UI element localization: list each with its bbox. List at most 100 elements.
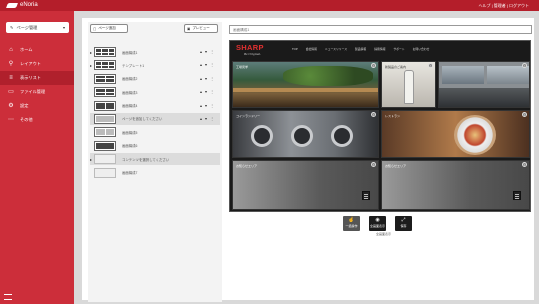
arrow-up-icon[interactable]: ▴ <box>200 76 202 81</box>
more-vertical-icon[interactable]: ⋮ <box>210 116 214 121</box>
arrow-down-icon[interactable]: ▾ <box>205 89 207 94</box>
list-item[interactable]: 画面構成2 ▴ ▾ ⋮ <box>90 73 220 85</box>
sidebar-item-settings[interactable]: ⚙ 設定 <box>0 99 74 113</box>
pin-icon: ⚲ <box>8 61 14 67</box>
arrow-up-icon[interactable]: ▴ <box>200 49 202 54</box>
content-tile[interactable]: コインランドリー ⚙ <box>232 110 379 158</box>
tile-caption: コインランドリー <box>236 114 261 118</box>
more-vertical-icon[interactable]: ⋮ <box>210 49 214 54</box>
content-tile[interactable]: レストラン ⚙ <box>381 110 530 158</box>
list-item-placeholder[interactable]: ページを追加してください ▴ ▾ ⋮ <box>90 112 220 125</box>
list-item[interactable]: 画面構成5 <box>90 126 220 138</box>
action-bar: ☝ 一括操作 ◉ 全画面表示 ⤢ 保存 <box>343 216 412 231</box>
save-button[interactable]: ⤢ 保存 <box>395 216 412 231</box>
add-page-button[interactable]: ▢ ページ追加 <box>90 24 128 33</box>
content-tile[interactable]: お知らせエリア ⚙ <box>232 160 379 210</box>
list-item-label: 画面構成5 <box>122 130 138 135</box>
list-item[interactable]: 画面構成7 <box>90 167 220 179</box>
arrow-down-icon[interactable]: ▾ <box>205 49 207 54</box>
list-item[interactable]: ▸ 画面構成1 ▴ ▾ ⋮ <box>90 46 220 58</box>
sidebar-item-label: レイアウト <box>20 61 41 66</box>
sidebar-item-other[interactable]: ⋯ その他 <box>0 113 74 127</box>
preview-button[interactable]: ▣ プレビュー <box>184 24 218 33</box>
list-item-label: 画面構成7 <box>122 171 138 176</box>
row-controls: ▴ ▾ ⋮ <box>200 76 214 81</box>
arrow-up-icon[interactable]: ▴ <box>200 89 202 94</box>
gear-icon[interactable]: ⚙ <box>371 63 376 68</box>
more-vertical-icon[interactable]: ⋮ <box>210 76 214 81</box>
list-item[interactable]: 画面構成6 <box>90 140 220 152</box>
preview-nav-item: サポート <box>393 47 405 51</box>
list-item[interactable]: 画面構成4 ▴ ▾ ⋮ <box>90 100 220 112</box>
more-vertical-icon[interactable]: ⋮ <box>210 89 214 94</box>
sidebar-item-label: ホーム <box>20 47 33 52</box>
gear-icon[interactable]: ⚙ <box>522 162 527 167</box>
tile-caption: お知らせエリア <box>385 164 406 168</box>
content-tile[interactable]: 工場見学 ⚙ <box>232 61 379 108</box>
row-controls: ▴ ▾ ⋮ <box>200 103 214 108</box>
top-bar: eNoria ヘルプ | 管理者 | ログアウト <box>0 0 539 11</box>
row-controls: ▴ ▾ ⋮ <box>200 116 214 121</box>
sidebar-item-label: 設定 <box>20 103 29 108</box>
layout-thumbnail <box>94 140 116 151</box>
bulk-action-button[interactable]: ☝ 一括操作 <box>343 216 360 231</box>
fullscreen-button[interactable]: ◉ 全画面表示 <box>369 216 386 231</box>
sidebar-item-label: 表示リスト <box>20 75 41 80</box>
gear-icon[interactable]: ⚙ <box>371 162 376 167</box>
user-menu[interactable]: ヘルプ | 管理者 | ログアウト <box>478 3 529 9</box>
preview-nav: TOP 会社情報 ニュースリリース 製品情報 採用情報 サポート お問い合わせ <box>292 47 429 51</box>
list-item[interactable]: ▸ テンプレート1 ▴ ▾ ⋮ <box>90 59 220 71</box>
preview-nav-item: ニュースリリース <box>324 47 348 51</box>
arrow-down-icon[interactable]: ▾ <box>205 103 207 108</box>
content-tile[interactable]: 新製品のご案内 ⚙ <box>381 61 436 108</box>
tile-caption: レストラン <box>385 114 401 118</box>
sidebar-item-home[interactable]: ⌂ ホーム <box>0 43 74 57</box>
gear-icon[interactable]: ⚙ <box>522 63 527 68</box>
mode-select-label: ページ管理 <box>16 24 38 30</box>
sidebar-item-files[interactable]: ▭ ファイル管理 <box>0 85 74 99</box>
save-icon: ⤢ <box>401 217 406 223</box>
document-icon <box>513 191 521 200</box>
mode-select-button[interactable]: ✎ ページ管理 ▾ <box>6 22 69 33</box>
sidebar-item-layout[interactable]: ⚲ レイアウト <box>0 57 74 71</box>
list-item-placeholder[interactable]: ▸ コンテンツを選択してください <box>90 153 220 166</box>
sidebar-item-display-list[interactable]: ≡ 表示リスト <box>0 71 74 85</box>
menu-toggle-icon[interactable] <box>4 294 12 300</box>
gear-icon[interactable]: ⚙ <box>522 112 527 117</box>
action-hint: 全画面表示 <box>376 232 392 236</box>
layout-thumbnail <box>94 73 116 84</box>
layout-thumbnail <box>94 100 116 111</box>
gear-icon[interactable]: ⚙ <box>371 112 376 117</box>
arrow-up-icon[interactable]: ▴ <box>200 62 202 67</box>
layout-thumbnail <box>94 60 116 71</box>
list-item-label: 画面構成6 <box>122 144 138 149</box>
more-vertical-icon[interactable]: ⋮ <box>210 103 214 108</box>
sidebar-nav: ⌂ ホーム ⚲ レイアウト ≡ 表示リスト ▭ ファイル管理 ⚙ 設定 ⋯ その… <box>0 43 74 127</box>
app-title: eNoria <box>20 2 38 8</box>
row-controls: ▴ ▾ ⋮ <box>200 49 214 54</box>
gear-icon[interactable]: ⚙ <box>428 63 433 68</box>
arrow-up-icon[interactable]: ▴ <box>200 103 202 108</box>
list-item-label: 画面構成1 <box>122 50 138 55</box>
arrow-up-icon[interactable]: ▴ <box>200 116 202 121</box>
more-vertical-icon[interactable]: ⋮ <box>210 62 214 67</box>
layout-thumbnail <box>94 154 116 165</box>
preview-nav-item: 採用情報 <box>374 47 386 51</box>
sidebar: ✎ ページ管理 ▾ ⌂ ホーム ⚲ レイアウト ≡ 表示リスト ▭ ファイル管理… <box>0 11 74 304</box>
list-item-label: 画面構成3 <box>122 90 138 95</box>
sidebar-item-label: ファイル管理 <box>20 89 46 94</box>
arrow-down-icon[interactable]: ▾ <box>205 76 207 81</box>
content-tile[interactable]: ⚙ <box>438 61 530 108</box>
app-logo[interactable]: eNoria <box>6 2 38 8</box>
bulk-action-label: 一括操作 <box>345 224 358 228</box>
list-item[interactable]: 画面構成3 ▴ ▾ ⋮ <box>90 86 220 98</box>
layout-thumbnail <box>94 47 116 57</box>
list-item-label: テンプレート1 <box>122 63 145 68</box>
arrow-down-icon[interactable]: ▾ <box>205 62 207 67</box>
layout-name-input[interactable] <box>229 25 532 34</box>
layout-thumbnail <box>94 87 116 98</box>
arrow-down-icon[interactable]: ▾ <box>205 116 207 121</box>
home-icon: ⌂ <box>9 47 13 53</box>
content-tile[interactable]: お知らせエリア ⚙ <box>381 160 530 210</box>
brand-tagline: Be Original. <box>244 52 261 56</box>
